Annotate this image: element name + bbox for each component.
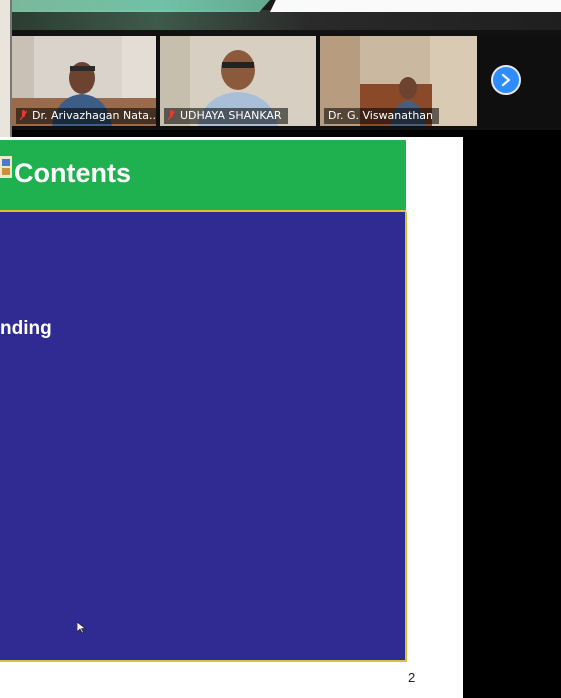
chevron-right-icon [501,73,511,87]
top-white-strip [270,0,561,12]
next-participants-button[interactable] [491,65,521,95]
mic-muted-icon [168,110,175,121]
slide-page-number: 2 [408,670,416,685]
window-top-bar [0,0,561,36]
mic-muted-icon [20,110,27,121]
slide-body [0,212,407,662]
participant-name-1: Dr. Arivazhagan Nata... [16,108,156,124]
slide-body-text: nding [0,318,52,339]
mouse-cursor-icon [77,622,86,634]
decorative-stripe [0,0,270,12]
partial-left-tile [0,0,12,150]
black-margin [463,130,561,698]
top-band [0,10,561,30]
participant-name-2: UDHAYA SHANKAR [164,108,288,124]
slide-title: Contents [14,158,131,188]
participant-tile-3[interactable]: Dr. G. Viswanathan [320,36,477,126]
slide-logo-icon [0,156,12,178]
participant-name-3: Dr. G. Viswanathan [324,108,440,124]
participant-tile-2[interactable]: UDHAYA SHANKAR [160,36,316,126]
participant-tile-1[interactable]: Dr. Arivazhagan Nata... [12,36,156,126]
